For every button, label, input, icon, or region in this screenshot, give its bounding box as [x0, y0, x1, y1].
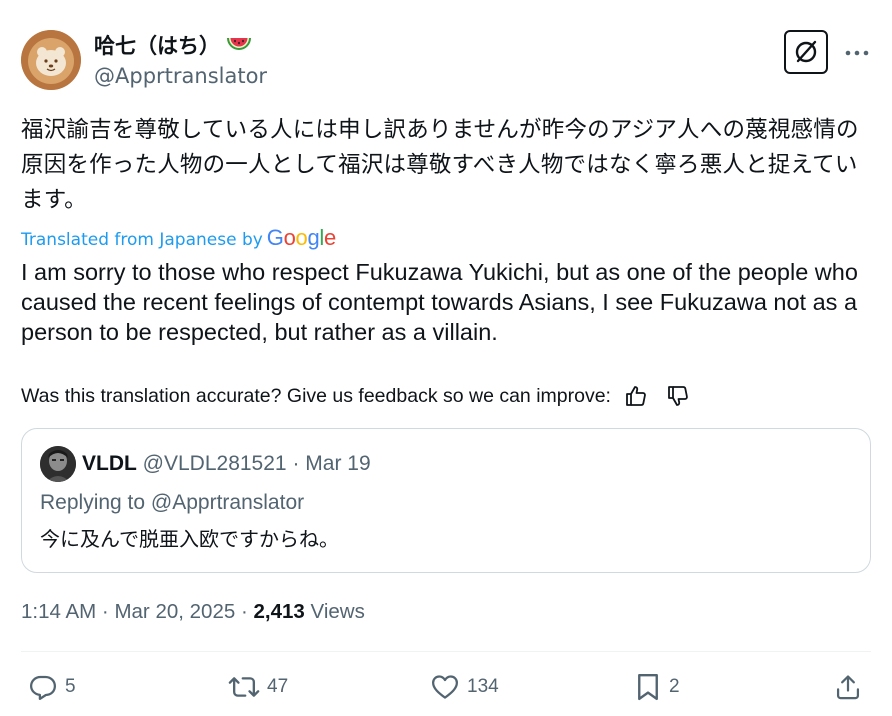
tweet-time[interactable]: 1:14 AM — [21, 600, 96, 623]
reply-icon — [30, 675, 56, 700]
author-display-name[interactable]: 哈七（はち） — [94, 32, 252, 62]
more-options-button[interactable] — [842, 38, 872, 68]
thumbs-up-icon — [626, 386, 646, 406]
author-name-text: 哈七（はち） — [94, 34, 220, 58]
tweet-date[interactable]: Mar 20, 2025 — [114, 600, 235, 623]
bookmark-count: 2 — [669, 676, 680, 697]
views-count: 2,413 — [253, 600, 305, 623]
more-dots-icon — [845, 50, 869, 56]
translation-feedback: Was this translation accurate? Give us f… — [21, 381, 695, 411]
bookmark-button[interactable]: 2 — [634, 670, 680, 704]
grok-icon — [795, 40, 817, 63]
repost-button[interactable]: 47 — [228, 670, 288, 704]
reply-button[interactable]: 5 — [28, 670, 76, 704]
divider — [21, 651, 871, 652]
quote-replying-to: Replying to @Apprtranslator — [40, 491, 305, 514]
quote-avatar[interactable] — [40, 446, 76, 482]
grok-button[interactable] — [784, 30, 828, 74]
share-button[interactable] — [834, 670, 862, 704]
translation-attribution-label: Translated from Japanese by — [21, 230, 263, 250]
author-avatar[interactable] — [21, 30, 81, 90]
quote-separator: · — [292, 452, 300, 475]
google-logo: Google — [266, 225, 336, 250]
quote-author-handle[interactable]: @VLDL281521 — [143, 452, 287, 475]
heart-icon — [432, 675, 458, 699]
tweet-meta: 1:14 AM · Mar 20, 2025 · 2,413 Views — [21, 597, 365, 627]
views-label: Views — [310, 600, 365, 623]
bookmark-icon — [638, 673, 658, 701]
quoted-tweet[interactable]: VLDL @VLDL281521 · Mar 19 Replying to @A… — [21, 428, 871, 573]
quote-text: 今に及んで脱亜入欧ですからね。 — [40, 527, 339, 551]
author-handle[interactable]: @Apprtranslator — [94, 62, 267, 90]
meta-separator-2: · — [240, 600, 248, 623]
latte-art-avatar-icon — [21, 30, 81, 90]
thumbs-up-button[interactable] — [619, 381, 653, 411]
tweet-translated-text: I am sorry to those who respect Fukuzawa… — [21, 259, 858, 345]
quote-date[interactable]: Mar 19 — [305, 452, 370, 475]
tweet-original-text: 福沢諭吉を尊敬している人には申し訳ありませんが昨今のアジア人への蔑視感情の原因を… — [21, 117, 859, 213]
thumbs-down-icon — [668, 386, 688, 406]
meta-separator-1: · — [101, 600, 109, 623]
feedback-prompt: Was this translation accurate? Give us f… — [21, 384, 611, 407]
like-button[interactable]: 134 — [430, 670, 499, 704]
thumbs-down-button[interactable] — [661, 381, 695, 411]
like-count: 134 — [467, 676, 499, 697]
translation-attribution[interactable]: Translated from Japanese by Google — [21, 224, 336, 254]
quote-author-name[interactable]: VLDL — [82, 452, 137, 475]
quote-header: VLDL @VLDL281521 · Mar 19 — [82, 449, 371, 479]
repost-count: 47 — [267, 676, 289, 697]
repost-icon — [228, 677, 260, 697]
share-icon — [836, 675, 860, 700]
watermelon-icon — [226, 34, 252, 62]
character-avatar-icon — [40, 446, 76, 482]
reply-count: 5 — [65, 676, 76, 697]
